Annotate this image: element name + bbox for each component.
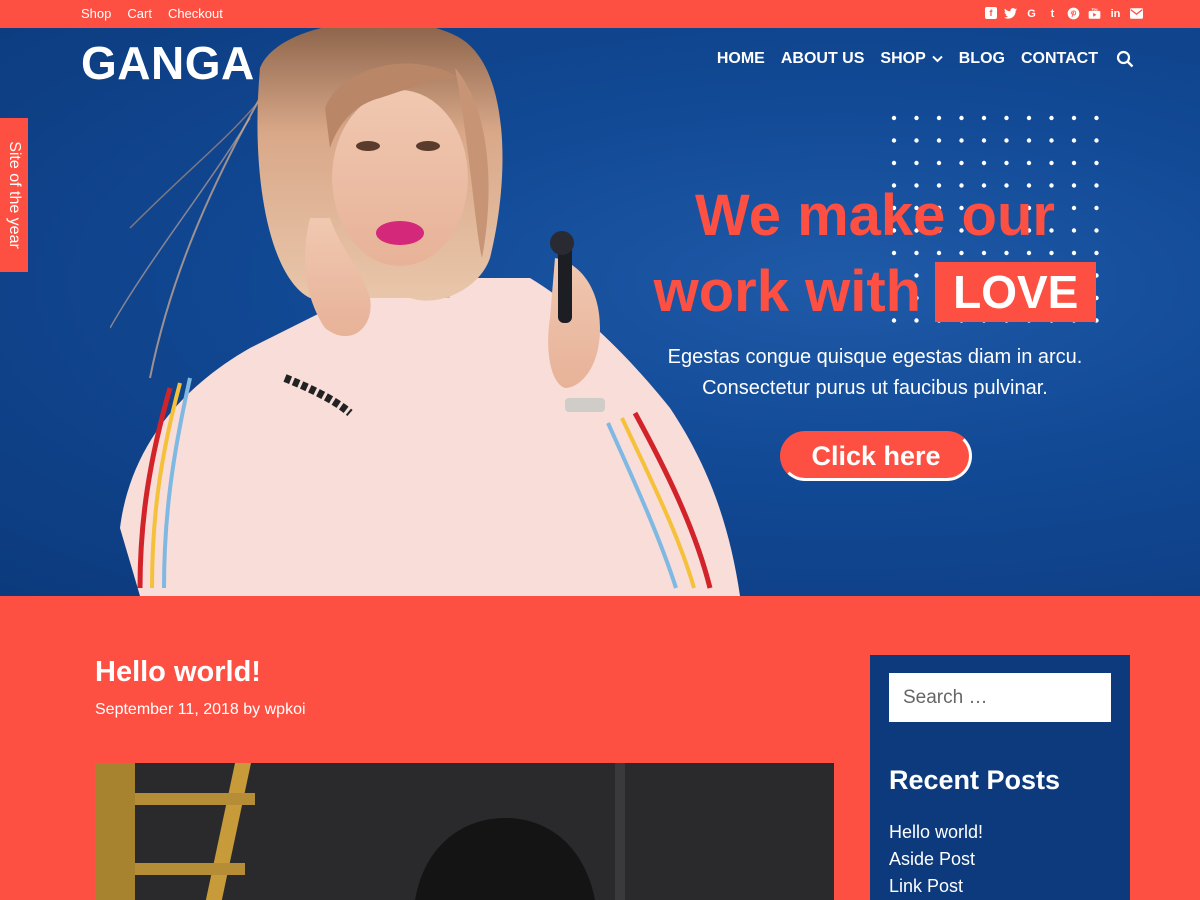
chevron-down-icon bbox=[932, 55, 943, 63]
nav-about[interactable]: ABOUT US bbox=[781, 50, 865, 68]
top-links: Shop Cart Checkout bbox=[81, 6, 239, 21]
nav-home[interactable]: HOME bbox=[717, 50, 765, 68]
sidebar: Recent Posts Hello world! Aside Post Lin… bbox=[870, 655, 1130, 900]
recent-post-item[interactable]: Hello world! bbox=[889, 819, 983, 846]
hero-highlight: LOVE bbox=[935, 262, 1097, 322]
nav-blog[interactable]: BLOG bbox=[959, 50, 1005, 68]
click-here-button[interactable]: Click here bbox=[780, 431, 972, 481]
post-author[interactable]: wpkoi bbox=[265, 701, 306, 718]
post-title[interactable]: Hello world! bbox=[95, 656, 261, 689]
tumblr-icon[interactable]: t bbox=[1045, 6, 1060, 21]
hero-line-1: We make our bbox=[695, 183, 1055, 248]
recent-posts-list: Hello world! Aside Post Link Post bbox=[889, 819, 983, 900]
top-link-checkout[interactable]: Checkout bbox=[168, 6, 223, 21]
youtube-icon[interactable]: You bbox=[1087, 6, 1102, 21]
recent-posts-title: Recent Posts bbox=[889, 765, 1061, 795]
site-of-the-year-tab[interactable]: Site of the year bbox=[0, 118, 28, 272]
google-icon[interactable]: G bbox=[1024, 6, 1039, 21]
main-nav: HOME ABOUT US SHOP BLOG CONTACT bbox=[701, 50, 1134, 68]
hero-subtext: Egestas congue quisque egestas diam in a… bbox=[660, 342, 1090, 404]
search-input[interactable] bbox=[889, 673, 1111, 722]
site-of-the-year-label: Site of the year bbox=[6, 141, 23, 249]
recent-post-item[interactable]: Aside Post bbox=[889, 846, 983, 873]
nav-contact[interactable]: CONTACT bbox=[1021, 50, 1098, 68]
site-logo[interactable]: GANGA bbox=[81, 36, 255, 90]
twitter-icon[interactable] bbox=[1003, 6, 1018, 21]
recent-post-item[interactable]: Link Post bbox=[889, 873, 983, 900]
linkedin-icon[interactable]: in bbox=[1108, 6, 1123, 21]
top-link-cart[interactable]: Cart bbox=[127, 6, 152, 21]
svg-text:You: You bbox=[1092, 7, 1098, 11]
hero-subtext-2: Consectetur purus ut faucibus pulvinar. bbox=[702, 377, 1048, 399]
social-links: f G t You in bbox=[985, 6, 1144, 21]
hero-line-2: work with LOVE bbox=[640, 254, 1110, 330]
nav-shop-label: SHOP bbox=[880, 50, 926, 67]
pinterest-icon[interactable] bbox=[1066, 6, 1081, 21]
post-by: by bbox=[243, 701, 261, 718]
nav-shop[interactable]: SHOP bbox=[880, 50, 943, 68]
facebook-icon[interactable]: f bbox=[985, 7, 997, 19]
hero-subtext-1: Egestas congue quisque egestas diam in a… bbox=[667, 346, 1083, 368]
hero-headline: We make our work with LOVE bbox=[640, 178, 1110, 330]
hero-section: GANGA HOME ABOUT US SHOP BLOG CONTACT We… bbox=[0, 28, 1200, 596]
search-icon[interactable] bbox=[1116, 50, 1134, 68]
email-icon[interactable] bbox=[1129, 6, 1144, 21]
post-meta: September 11, 2018 by wpkoi bbox=[95, 701, 306, 719]
post-date[interactable]: September 11, 2018 bbox=[95, 701, 239, 718]
hero-line-2-text: work with bbox=[653, 259, 922, 324]
post-featured-image[interactable] bbox=[95, 763, 834, 900]
top-link-shop[interactable]: Shop bbox=[81, 6, 111, 21]
top-bar: Shop Cart Checkout f G t You in bbox=[0, 0, 1200, 28]
